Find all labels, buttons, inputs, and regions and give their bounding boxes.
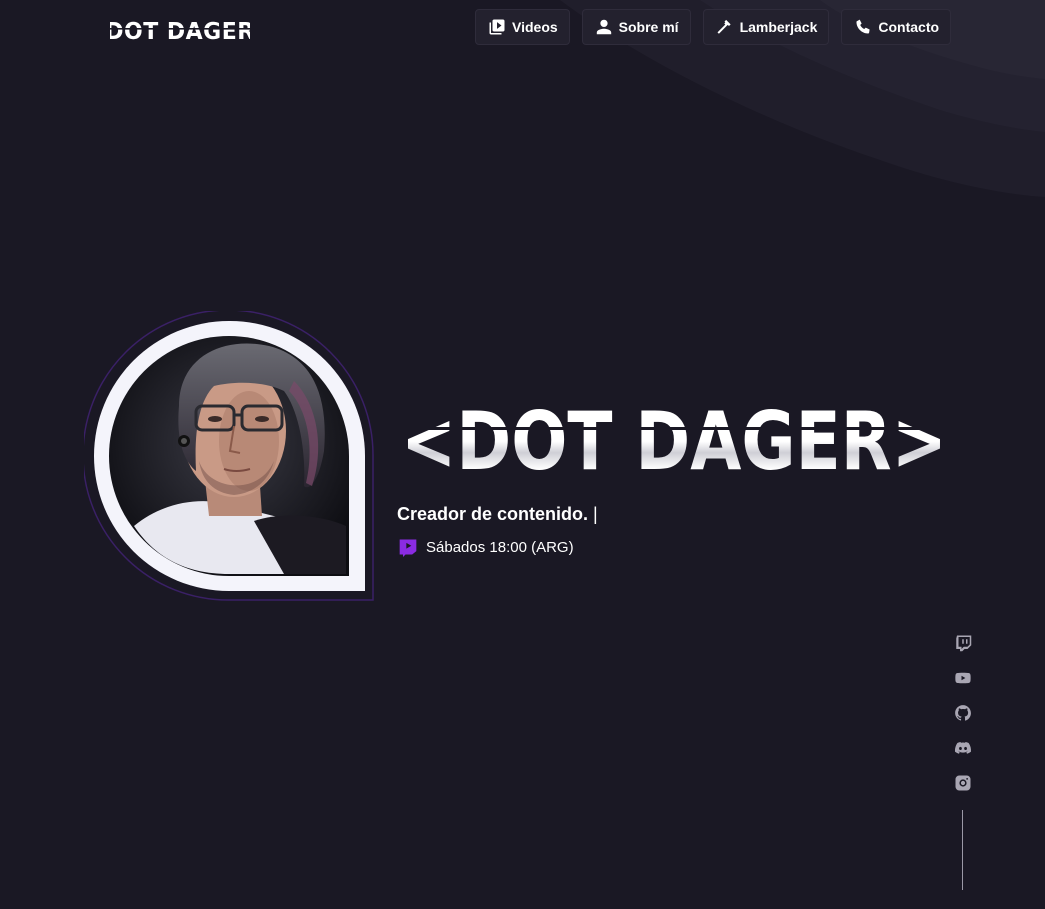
hero-title: <DOT DAGER>	[400, 395, 948, 475]
instagram-icon[interactable]	[954, 774, 972, 792]
nav-videos-label: Videos	[512, 19, 558, 35]
twitch-icon[interactable]	[954, 634, 972, 652]
video-library-icon	[488, 18, 506, 36]
nav-about-label: Sobre mí	[618, 19, 679, 35]
social-links	[952, 634, 974, 792]
main-nav: Videos Sobre mí Lamberjack Contacto	[475, 9, 952, 45]
typing-cursor: |	[593, 504, 598, 524]
user-icon	[595, 18, 613, 36]
youtube-icon[interactable]	[954, 669, 972, 687]
github-icon[interactable]	[954, 704, 972, 722]
discord-icon[interactable]	[954, 739, 972, 757]
logo-text: <DOT DAGER>	[110, 19, 250, 44]
hammer-icon	[716, 18, 734, 36]
nav-about-button[interactable]: Sobre mí	[581, 9, 691, 45]
twitch-live-icon	[398, 537, 418, 557]
phone-icon	[854, 18, 872, 36]
tagline-text: Creador de contenido.	[397, 504, 589, 524]
stream-schedule: Sábados 18:00 (ARG)	[398, 537, 574, 557]
nav-lamberjack-label: Lamberjack	[739, 19, 818, 35]
nav-lamberjack-button[interactable]: Lamberjack	[702, 9, 830, 45]
schedule-text: Sábados 18:00 (ARG)	[426, 538, 574, 556]
hero-title-text: <DOT DAGER>	[401, 395, 947, 475]
site-logo[interactable]: <DOT DAGER>	[110, 14, 250, 44]
nav-contact-button[interactable]: Contacto	[841, 9, 952, 45]
avatar	[84, 311, 374, 601]
page: <DOT DAGER> Videos Sobre mí Lamberjack	[0, 0, 1045, 909]
social-divider-line	[962, 810, 963, 890]
nav-contact-label: Contacto	[878, 19, 940, 35]
nav-videos-button[interactable]: Videos	[475, 9, 570, 45]
hero-tagline: Creador de contenido. |	[397, 504, 598, 525]
